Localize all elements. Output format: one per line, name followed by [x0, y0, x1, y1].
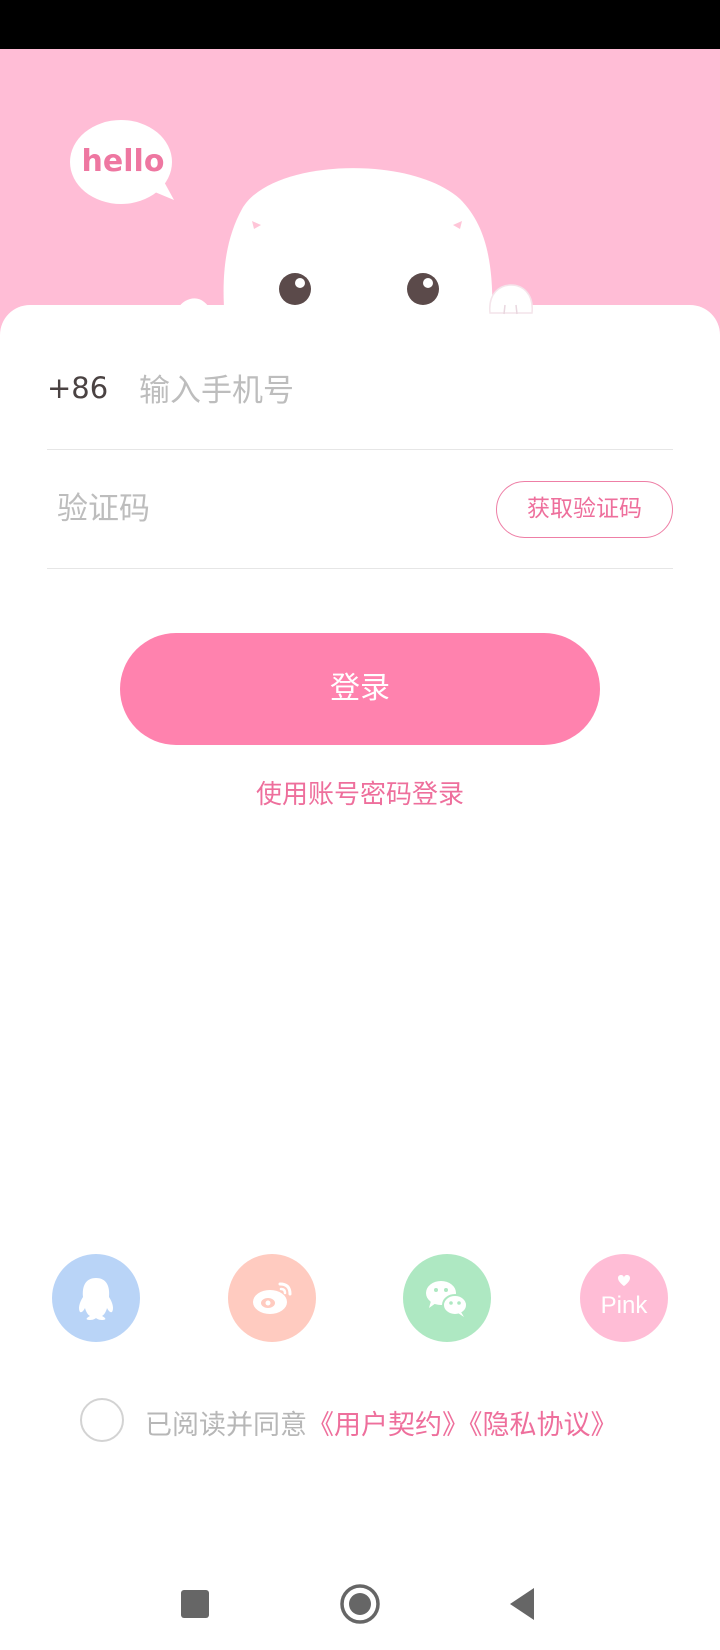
wechat-icon: [426, 1281, 468, 1317]
home-circle-icon[interactable]: [338, 1582, 382, 1626]
phone-input[interactable]: [139, 363, 659, 419]
qq-login-button[interactable]: [52, 1254, 140, 1342]
verification-code-input[interactable]: [57, 481, 437, 537]
agreement-prefix: 已阅读并同意: [145, 1410, 307, 1441]
square-icon[interactable]: [173, 1582, 217, 1626]
user-agreement-link[interactable]: 《用户契约》: [307, 1410, 469, 1441]
weibo-icon: [253, 1282, 292, 1314]
wechat-login-button[interactable]: [403, 1254, 491, 1342]
account-password-login-link[interactable]: 使用账号密码登录: [0, 774, 720, 811]
agreement-text: 已阅读并同意《用户契约》《隐私协议》: [145, 1403, 618, 1442]
privacy-policy-link[interactable]: 《隐私协议》: [469, 1410, 618, 1441]
header-banner: hello: [0, 49, 720, 349]
qq-icon: [79, 1278, 113, 1320]
country-code[interactable]: +86: [47, 371, 108, 405]
system-nav-bar: [0, 1560, 720, 1650]
cat-paw-icon: [489, 284, 533, 315]
login-button[interactable]: 登录: [120, 633, 600, 745]
get-code-button[interactable]: 获取验证码: [496, 481, 673, 538]
phone-row: +86: [47, 335, 673, 450]
back-triangle-icon[interactable]: [502, 1582, 546, 1626]
verification-code-row: 获取验证码: [47, 455, 673, 569]
pink-logo-text: Pink: [600, 1292, 648, 1319]
pink-login-button[interactable]: Pink: [580, 1254, 668, 1342]
agreement-checkbox[interactable]: [80, 1398, 124, 1442]
agreement-row: 已阅读并同意《用户契约》《隐私协议》: [80, 1398, 680, 1444]
status-bar: [0, 0, 720, 49]
weibo-login-button[interactable]: [228, 1254, 316, 1342]
